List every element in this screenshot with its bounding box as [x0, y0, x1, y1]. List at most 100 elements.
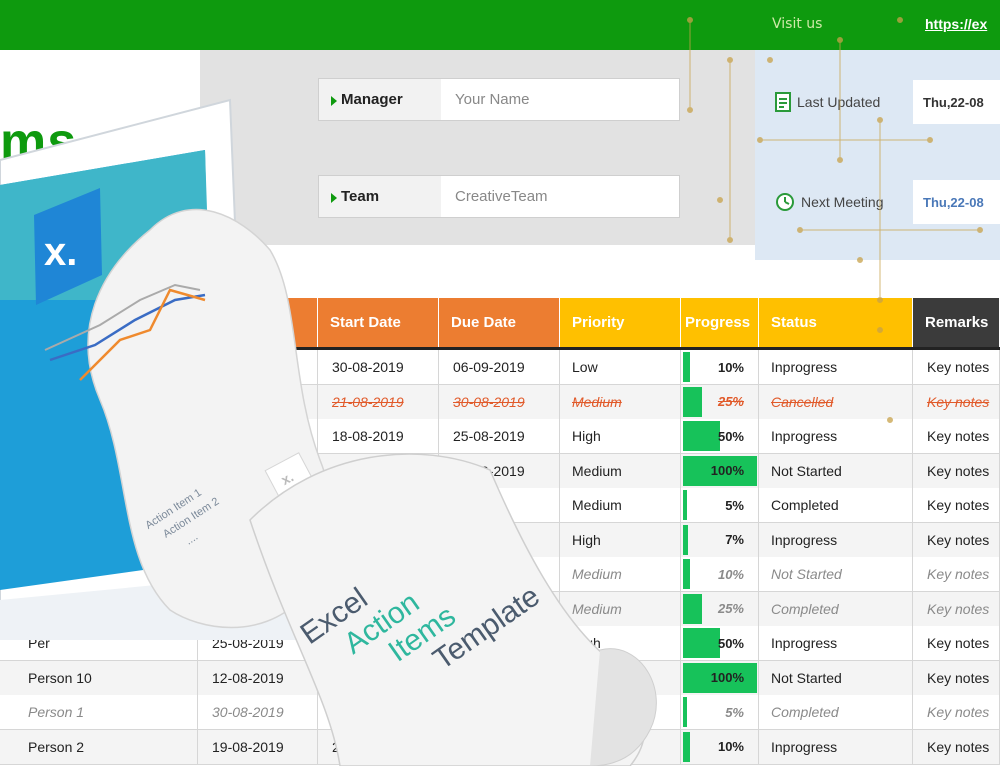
- table-row[interactable]: 9 Medium 10% Not Started Key notes: [0, 557, 1000, 592]
- cell-due-date[interactable]: [439, 660, 560, 695]
- table-row[interactable]: 18-08-2019 25-08-2019 High 50% Inprogress Key…: [0, 419, 1000, 454]
- table-row[interactable]: Person 2 19-08-2019 26-0 10% Inprogress Key n…: [0, 729, 1000, 765]
- table-row[interactable]: Medium 25% Completed Key notes: [0, 591, 1000, 627]
- next-meeting-value[interactable]: Thu,22-08: [913, 180, 1000, 224]
- table-row[interactable]: 21-08-2019 30-08-2019 Medium 25% Cancelled Ke…: [0, 384, 1000, 420]
- cell-remarks[interactable]: Key notes: [913, 419, 1000, 453]
- header-status[interactable]: Status: [759, 298, 913, 347]
- cell-created-on[interactable]: [198, 522, 318, 557]
- cell-progress[interactable]: 10%: [681, 350, 759, 384]
- header-priority[interactable]: Priority: [560, 298, 681, 347]
- cell-owner[interactable]: Person 10: [0, 660, 198, 695]
- cell-start-date[interactable]: [318, 660, 439, 695]
- cell-due-date[interactable]: [439, 591, 560, 626]
- cell-start-date[interactable]: 18-08-2019: [318, 419, 439, 453]
- cell-remarks[interactable]: Key notes: [913, 350, 1000, 384]
- cell-remarks[interactable]: Key notes: [913, 453, 1000, 488]
- cell-due-date[interactable]: [439, 626, 560, 660]
- cell-progress[interactable]: 5%: [681, 695, 759, 729]
- cell-status[interactable]: Inprogress: [759, 522, 913, 557]
- cell-owner[interactable]: [0, 453, 198, 488]
- cell-progress[interactable]: 50%: [681, 626, 759, 660]
- cell-status[interactable]: Inprogress: [759, 626, 913, 660]
- cell-priority[interactable]: Medium: [560, 591, 681, 626]
- cell-start-date[interactable]: 06: [318, 695, 439, 729]
- cell-remarks[interactable]: Key notes: [913, 384, 1000, 419]
- cell-priority[interactable]: Medium: [560, 557, 681, 591]
- table-row[interactable]: 019 High 7% Inprogress Key notes: [0, 522, 1000, 558]
- cell-owner[interactable]: [0, 522, 198, 557]
- table-row[interactable]: Person 1 30-08-2019 06 lium 5% Completed Key n…: [0, 695, 1000, 730]
- cell-priority[interactable]: Low: [560, 350, 681, 384]
- cell-remarks[interactable]: Key notes: [913, 729, 1000, 764]
- cell-created-on[interactable]: [198, 557, 318, 591]
- cell-priority[interactable]: High: [560, 522, 681, 557]
- cell-progress[interactable]: 10%: [681, 557, 759, 591]
- cell-owner[interactable]: [0, 557, 198, 591]
- cell-remarks[interactable]: Key notes: [913, 557, 1000, 591]
- cell-due-date[interactable]: 06-09-2019: [439, 350, 560, 384]
- cell-owner[interactable]: Person 2: [0, 729, 198, 764]
- header-due-date[interactable]: Due Date: [439, 298, 560, 347]
- cell-due-date[interactable]: [439, 695, 560, 729]
- cell-priority[interactable]: Medium: [560, 660, 681, 695]
- cell-start-date[interactable]: 26-0: [318, 729, 439, 764]
- header-start-date[interactable]: Start Date: [318, 298, 439, 347]
- cell-created-on[interactable]: 19-08-2019: [198, 729, 318, 764]
- last-updated-value[interactable]: Thu,22-08: [913, 80, 1000, 124]
- cell-priority[interactable]: High: [560, 626, 681, 660]
- cell-due-date[interactable]: 30-08-2019: [439, 384, 560, 419]
- manager-input[interactable]: Your Name: [441, 79, 679, 120]
- cell-created-on[interactable]: 19: [198, 350, 318, 384]
- team-input[interactable]: CreativeTeam: [441, 176, 679, 217]
- cell-created-on[interactable]: [198, 384, 318, 419]
- cell-status[interactable]: Inprogress: [759, 729, 913, 764]
- cell-priority[interactable]: Medium: [560, 488, 681, 522]
- cell-created-on[interactable]: 12-08-2019: [198, 660, 318, 695]
- cell-progress[interactable]: 50%: [681, 419, 759, 453]
- header-created-on[interactable]: ed on: [198, 298, 318, 347]
- cell-status[interactable]: Completed: [759, 591, 913, 626]
- cell-status[interactable]: Completed: [759, 695, 913, 729]
- cell-owner[interactable]: Person 1: [0, 695, 198, 729]
- table-row[interactable]: Person 10 12-08-2019 Medium 100% Not Started…: [0, 660, 1000, 696]
- cell-progress[interactable]: 25%: [681, 591, 759, 626]
- cell-start-date[interactable]: [318, 488, 439, 522]
- website-link[interactable]: https://ex: [925, 16, 987, 32]
- cell-remarks[interactable]: Key notes: [913, 591, 1000, 626]
- cell-status[interactable]: Not Started: [759, 660, 913, 695]
- cell-remarks[interactable]: Key notes: [913, 660, 1000, 695]
- table-row[interactable]: 19 30-08-2019 06-09-2019 Low 10% Inprogress Ke…: [0, 350, 1000, 385]
- cell-start-date[interactable]: -08-2019: [318, 453, 439, 488]
- cell-progress[interactable]: 100%: [681, 660, 759, 695]
- cell-start-date[interactable]: [318, 591, 439, 626]
- cell-status[interactable]: Inprogress: [759, 350, 913, 384]
- cell-remarks[interactable]: Key notes: [913, 488, 1000, 522]
- cell-created-on[interactable]: [198, 591, 318, 626]
- cell-due-date[interactable]: 05-09-2019: [439, 453, 560, 488]
- table-row[interactable]: 9-2019 Medium 5% Completed Key notes: [0, 488, 1000, 523]
- header-progress[interactable]: Progress: [681, 298, 759, 347]
- cell-priority[interactable]: Medium: [560, 384, 681, 419]
- cell-created-on[interactable]: [198, 488, 318, 522]
- cell-start-date[interactable]: [318, 522, 439, 557]
- cell-owner[interactable]: [0, 591, 198, 626]
- cell-progress[interactable]: 25%: [681, 384, 759, 419]
- cell-progress[interactable]: 10%: [681, 729, 759, 764]
- cell-owner[interactable]: [0, 384, 198, 419]
- cell-owner[interactable]: Per: [0, 626, 198, 660]
- cell-remarks[interactable]: Key notes: [913, 626, 1000, 660]
- cell-progress[interactable]: 5%: [681, 488, 759, 522]
- cell-start-date[interactable]: [318, 626, 439, 660]
- cell-progress[interactable]: 7%: [681, 522, 759, 557]
- cell-created-on[interactable]: 25-08-2019: [198, 626, 318, 660]
- cell-priority[interactable]: lium: [560, 695, 681, 729]
- cell-due-date[interactable]: [439, 729, 560, 764]
- cell-status[interactable]: Inprogress: [759, 419, 913, 453]
- cell-remarks[interactable]: Key notes: [913, 695, 1000, 729]
- cell-remarks[interactable]: Key notes: [913, 522, 1000, 557]
- cell-priority[interactable]: [560, 729, 681, 764]
- cell-due-date[interactable]: 9-2019: [439, 488, 560, 522]
- cell-created-on[interactable]: [198, 419, 318, 453]
- cell-created-on[interactable]: [198, 453, 318, 488]
